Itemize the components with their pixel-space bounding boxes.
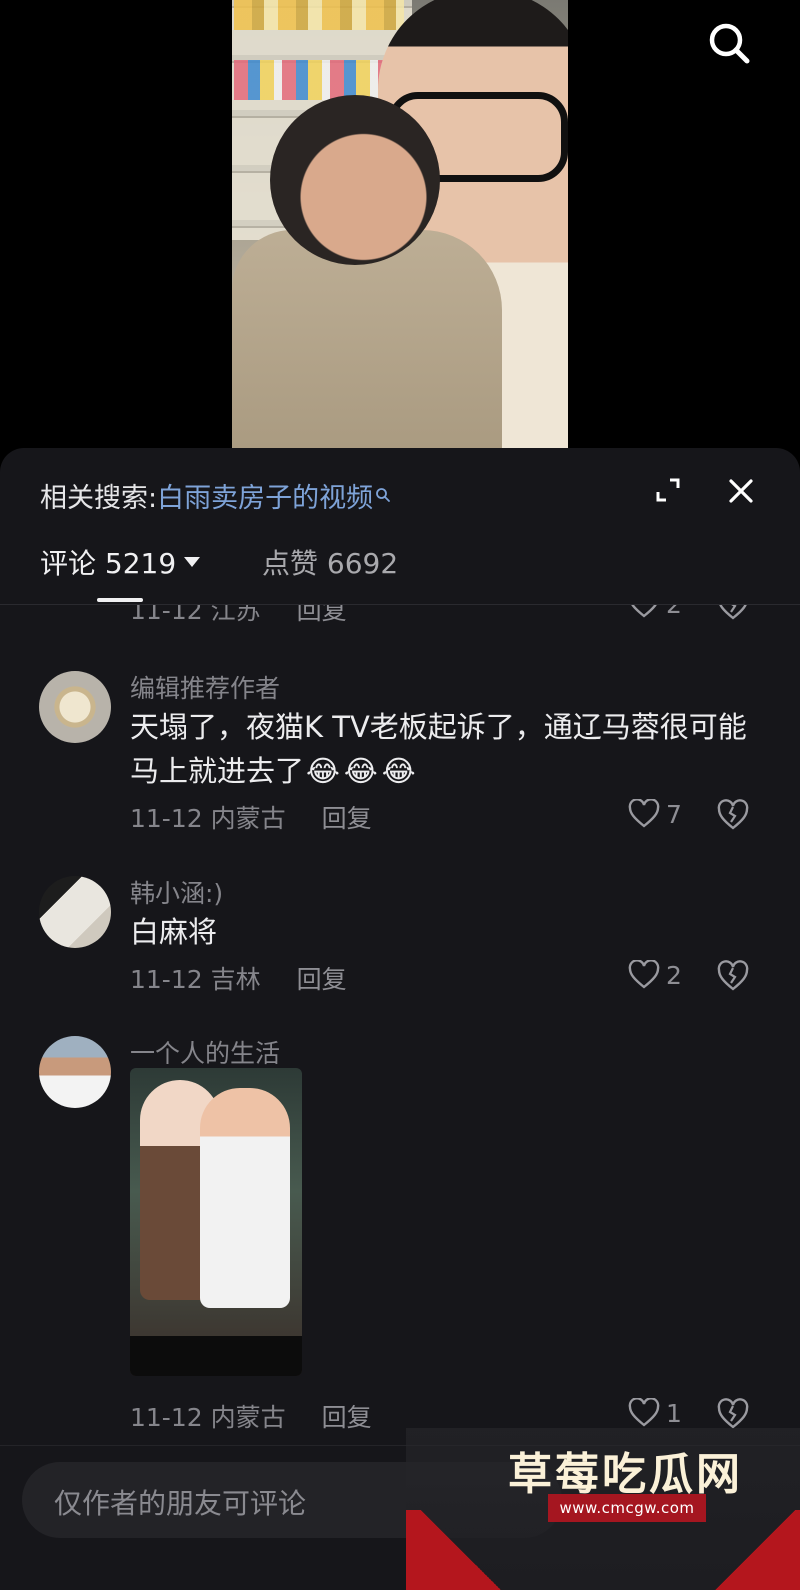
- avatar[interactable]: [39, 671, 111, 743]
- comment-item: 韩小涵:) 白麻将 11-12 吉林 回复 2: [0, 870, 800, 1000]
- reply-button[interactable]: 回复: [322, 1403, 372, 1432]
- comment-location: 江苏: [210, 605, 261, 625]
- search-icon: [709, 23, 750, 64]
- comment-date: 11-12: [130, 965, 203, 994]
- comment-username[interactable]: 一个人的生活: [130, 1034, 280, 1070]
- image-person: [200, 1088, 290, 1308]
- image-bottom-bar: [130, 1336, 302, 1376]
- comment-username[interactable]: 编辑推荐作者: [130, 669, 280, 705]
- comment-input-placeholder: 仅作者的朋友可评论: [54, 1487, 307, 1520]
- dislike-button[interactable]: [716, 1398, 750, 1432]
- comment-list[interactable]: 11-12 江苏 回复 2 编辑推荐作者 天塌了，夜猫K TV老板起诉了，通辽马…: [0, 605, 800, 1445]
- related-search-query[interactable]: 白雨卖房子的视频: [157, 483, 373, 514]
- related-search-prefix: 相关搜索:: [40, 483, 158, 514]
- laugh-cry-emoji-icon: 😂: [306, 754, 340, 788]
- expand-button[interactable]: [652, 474, 684, 506]
- laugh-cry-emoji-icon: 😂: [343, 754, 378, 788]
- watermark-title: 草莓吃瓜网: [508, 1449, 743, 1500]
- watermark-url: www.cmcgw.com: [548, 1494, 706, 1522]
- comment-date: 11-12: [130, 804, 203, 833]
- sheet-tabs: 评论 5219 点赞 6692: [40, 542, 760, 592]
- dislike-button[interactable]: [716, 605, 750, 623]
- heart-icon: [628, 960, 660, 989]
- like-count: 2: [666, 605, 682, 619]
- like-button[interactable]: 2: [628, 605, 688, 623]
- related-search: 相关搜索:白雨卖房子的视频: [40, 476, 391, 515]
- watermark-decoration: [710, 1510, 800, 1590]
- comment-item: 一个人的生活 11-12 内蒙古 回复 1: [0, 1030, 800, 1445]
- heart-icon: [628, 1398, 660, 1427]
- broken-heart-icon: [719, 605, 747, 620]
- comment-text-body: 天塌了，夜猫K TV老板起诉了，通辽马蓉很可能马上就进去了: [130, 710, 747, 788]
- comment-meta: 11-12 吉林 回复: [130, 960, 347, 996]
- comment-date: 11-12: [130, 1403, 203, 1432]
- heart-icon: [628, 799, 660, 828]
- active-tab-indicator: [97, 598, 143, 602]
- comment-sheet: 相关搜索:白雨卖房子的视频 评论 5219 点赞 6692 11-12 江苏 回…: [0, 448, 800, 1590]
- close-icon: [729, 479, 753, 503]
- expand-icon: [656, 478, 680, 502]
- broken-heart-icon: [717, 799, 749, 830]
- dislike-button[interactable]: [716, 960, 750, 994]
- dislike-button[interactable]: [716, 799, 750, 833]
- tab-comments-label: 评论: [40, 547, 97, 580]
- tab-likes-label: 点赞: [262, 547, 319, 580]
- comment-item: 编辑推荐作者 天塌了，夜猫K TV老板起诉了，通辽马蓉很可能马上就进去了😂 😂 😂 …: [0, 665, 800, 835]
- heart-icon: [631, 605, 657, 618]
- laugh-cry-emoji-icon: 😂: [381, 754, 416, 788]
- search-button[interactable]: [706, 20, 754, 68]
- shelf-products: [234, 0, 404, 30]
- tab-likes[interactable]: 点赞 6692: [262, 542, 398, 582]
- reply-button[interactable]: 回复: [297, 605, 347, 625]
- comment-partial: 11-12 江苏 回复 2: [0, 605, 800, 625]
- video-player[interactable]: [0, 0, 800, 460]
- comment-image[interactable]: [130, 1068, 302, 1376]
- like-count: 7: [666, 800, 682, 829]
- watermark: 草莓吃瓜网 www.cmcgw.com: [406, 1428, 800, 1590]
- comment-location: 吉林: [210, 965, 261, 994]
- comment-text: 白麻将: [130, 915, 218, 949]
- comment-text: 天塌了，夜猫K TV老板起诉了，通辽马蓉很可能马上就进去了😂 😂 😂: [130, 705, 750, 793]
- comment-location: 内蒙古: [210, 1403, 286, 1432]
- comment-location: 内蒙古: [210, 804, 286, 833]
- like-button[interactable]: 7: [628, 799, 688, 833]
- like-button[interactable]: 2: [628, 960, 688, 994]
- close-button[interactable]: [724, 474, 758, 508]
- tab-likes-count: 6692: [326, 547, 399, 580]
- caret-down-icon[interactable]: [184, 557, 201, 567]
- comment-meta: 11-12 内蒙古 回复: [130, 1398, 372, 1434]
- watermark-decoration: [406, 1510, 516, 1590]
- child-head: [270, 95, 440, 265]
- related-search-link[interactable]: 白雨卖房子的视频: [157, 483, 391, 514]
- tab-comments[interactable]: 评论 5219: [40, 542, 201, 582]
- reply-button[interactable]: 回复: [322, 804, 372, 833]
- comment-date: 11-12: [130, 605, 203, 625]
- like-count: 2: [666, 961, 682, 990]
- comment-username[interactable]: 韩小涵:): [130, 874, 223, 910]
- broken-heart-icon: [717, 1398, 749, 1429]
- magnifier-icon: [375, 479, 391, 510]
- comment-meta: 11-12 江苏 回复: [130, 605, 347, 627]
- reply-button[interactable]: 回复: [297, 965, 347, 994]
- avatar[interactable]: [39, 876, 111, 948]
- tab-comments-count: 5219: [104, 547, 177, 580]
- broken-heart-icon: [717, 960, 749, 991]
- video-frame[interactable]: [232, 0, 568, 448]
- comment-meta: 11-12 内蒙古 回复: [130, 799, 372, 835]
- like-count: 1: [666, 1399, 682, 1428]
- avatar[interactable]: [39, 1036, 111, 1108]
- like-button[interactable]: 1: [628, 1398, 688, 1432]
